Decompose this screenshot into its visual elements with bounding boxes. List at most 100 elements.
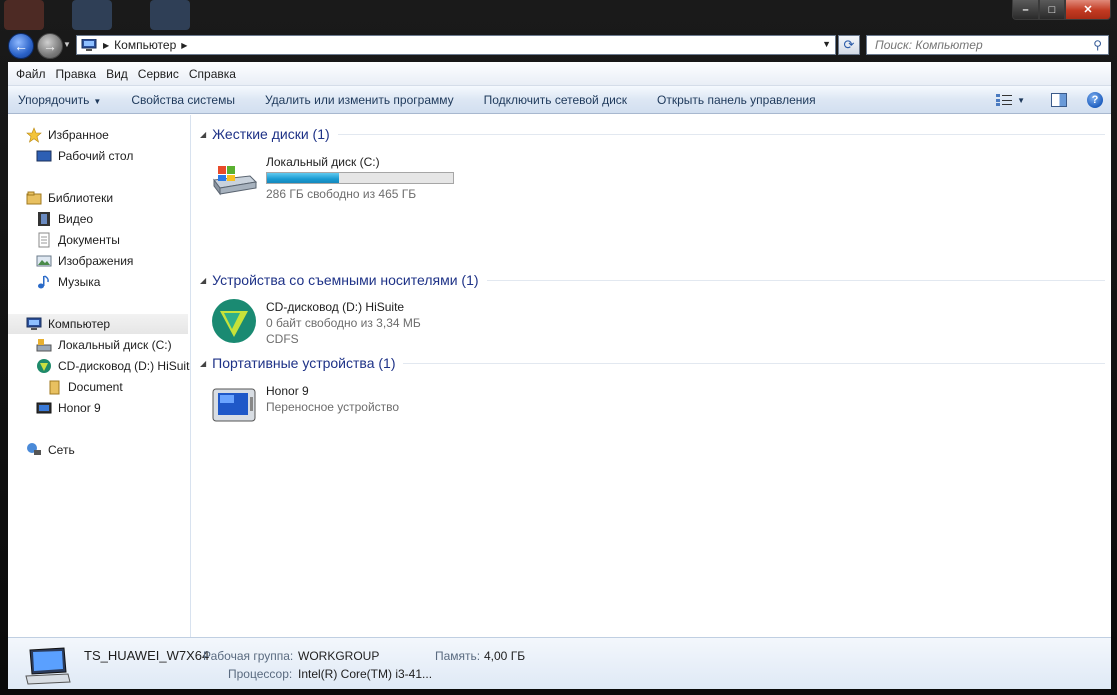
group-removable[interactable]: ◢ Устройства со съемными носителями (1) <box>200 270 1105 290</box>
window-controls: – □ ✕ <box>1012 0 1111 20</box>
workgroup-label: Рабочая группа: <box>203 649 294 663</box>
nav-local-disk[interactable]: Локальный диск (C:) <box>36 335 172 355</box>
group-divider <box>486 279 1105 281</box>
preview-pane-icon[interactable] <box>1051 93 1067 107</box>
open-control-panel-button[interactable]: Открыть панель управления <box>657 93 816 107</box>
cpu-value: Intel(R) Core(TM) i3-41... <box>298 667 433 681</box>
organize-button[interactable]: Упорядочить ▼ <box>18 93 101 107</box>
content-pane: ◢ Жесткие диски (1) Локальный диск (C:) … <box>192 115 1111 637</box>
cd-drive-fs: CDFS <box>266 332 299 346</box>
local-disk-free: 286 ГБ свободно из 465 ГБ <box>266 187 417 201</box>
computer-icon <box>25 647 71 685</box>
disk-usage-bar <box>266 172 454 184</box>
cd-drive-info: CD-дисковод (D:) HiSuite 0 байт свободно… <box>266 297 421 347</box>
explorer-client-area: Файл Правка Вид Сервис Справка Упорядочи… <box>8 62 1111 689</box>
nav-computer-label: Компьютер <box>48 317 111 331</box>
group-portable[interactable]: ◢ Портативные устройства (1) <box>200 353 1105 373</box>
computer-icon <box>26 317 42 330</box>
nav-network[interactable]: Сеть <box>26 440 75 460</box>
change-view-icon[interactable] <box>995 93 1013 107</box>
menu-view[interactable]: Вид <box>102 67 132 81</box>
nav-desktop[interactable]: Рабочий стол <box>36 146 133 166</box>
memory-value: 4,00 ГБ <box>484 649 526 663</box>
breadcrumb-arrow-icon[interactable]: ▶ <box>181 41 187 50</box>
film-icon <box>38 212 50 226</box>
search-icon[interactable]: ⚲ <box>1093 38 1102 52</box>
refresh-icon: ⟳ <box>843 37 855 52</box>
nav-document-label: Document <box>68 380 123 394</box>
search-input[interactable] <box>875 38 1085 52</box>
nav-documents[interactable]: Документы <box>36 230 120 250</box>
map-network-drive-button[interactable]: Подключить сетевой диск <box>484 93 627 107</box>
chevron-down-icon: ▼ <box>93 96 102 106</box>
memory-label: Память: <box>435 649 481 663</box>
minimize-button[interactable]: – <box>1012 0 1039 20</box>
hisuite-icon <box>212 299 256 343</box>
item-honor[interactable]: Honor 9 Переносное устройство <box>210 381 399 429</box>
honor-info: Honor 9 Переносное устройство <box>266 381 399 429</box>
recent-pages-dropdown[interactable]: ▼ <box>63 40 73 52</box>
folder-icon <box>49 380 60 395</box>
item-local-disk[interactable]: Локальный диск (C:) 286 ГБ свободно из 4… <box>210 152 454 202</box>
menu-help[interactable]: Справка <box>185 67 240 81</box>
cd-drive-name: CD-дисковод (D:) HiSuite <box>266 300 405 314</box>
nav-document-folder[interactable]: Document <box>46 377 123 397</box>
local-disk-info: Локальный диск (C:) 286 ГБ свободно из 4… <box>266 152 454 202</box>
nav-libraries[interactable]: Библиотеки <box>26 188 113 208</box>
item-cd-drive[interactable]: CD-дисковод (D:) HiSuite 0 байт свободно… <box>210 297 421 347</box>
hisuite-icon <box>37 359 51 373</box>
taskbar-ghost-icon <box>4 0 44 30</box>
address-bar[interactable]: ▶ Компьютер ▶ ▼ <box>76 35 836 55</box>
search-box[interactable]: ⚲ <box>866 35 1109 55</box>
hard-drive-icon <box>36 339 52 352</box>
nav-video-label: Видео <box>58 212 94 226</box>
cd-drive-free: 0 байт свободно из 3,34 МБ <box>266 316 421 330</box>
system-properties-button[interactable]: Свойства системы <box>131 93 235 107</box>
menu-bar: Файл Правка Вид Сервис Справка <box>8 62 1111 86</box>
group-divider <box>403 362 1105 364</box>
music-note-icon <box>38 275 49 289</box>
uninstall-program-button[interactable]: Удалить или изменить программу <box>265 93 454 107</box>
nav-network-label: Сеть <box>48 443 75 457</box>
nav-cd-drive[interactable]: CD-дисковод (D:) HiSuite <box>36 356 191 376</box>
back-button[interactable]: ← <box>8 33 34 59</box>
nav-images[interactable]: Изображения <box>36 251 133 271</box>
group-hard-disks-title: Жесткие диски (1) <box>212 126 330 142</box>
breadcrumb-computer[interactable]: Компьютер <box>114 38 176 52</box>
nav-favorites-label: Избранное <box>48 128 109 142</box>
disk-usage-fill <box>267 173 339 183</box>
nav-images-label: Изображения <box>58 254 134 268</box>
refresh-button[interactable]: ⟳ <box>838 35 860 55</box>
nav-cd-drive-label: CD-дисковод (D:) HiSuite <box>58 359 191 373</box>
help-icon[interactable]: ? <box>1087 92 1103 108</box>
desktop-icon <box>36 150 52 162</box>
menu-file[interactable]: Файл <box>12 67 50 81</box>
nav-music-label: Музыка <box>58 275 101 289</box>
network-icon <box>27 443 41 455</box>
forward-button[interactable]: → <box>37 33 63 59</box>
nav-video[interactable]: Видео <box>36 209 93 229</box>
local-disk-name: Локальный диск (C:) <box>266 155 380 169</box>
honor-name: Honor 9 <box>266 384 309 398</box>
menu-tools[interactable]: Сервис <box>134 67 183 81</box>
group-removable-title: Устройства со съемными носителями (1) <box>212 272 479 288</box>
nav-computer[interactable]: Компьютер <box>8 314 188 334</box>
taskbar-ghost-icon <box>72 0 112 30</box>
breadcrumb-arrow-icon[interactable]: ▶ <box>103 41 109 50</box>
maximize-button[interactable]: □ <box>1039 0 1065 20</box>
nav-favorites[interactable]: Избранное <box>26 125 109 145</box>
group-hard-disks[interactable]: ◢ Жесткие диски (1) <box>200 124 1105 144</box>
nav-honor[interactable]: Honor 9 <box>36 398 101 418</box>
computer-name: TS_HUAWEI_W7X64 <box>84 648 210 663</box>
close-button[interactable]: ✕ <box>1065 0 1111 20</box>
view-options-dropdown[interactable]: ▼ <box>1017 96 1025 105</box>
arrow-right-icon: → <box>43 38 57 54</box>
nav-music[interactable]: Музыка <box>36 272 100 292</box>
nav-libraries-label: Библиотеки <box>48 191 114 205</box>
computer-icon <box>81 39 97 51</box>
organize-label: Упорядочить <box>18 92 90 107</box>
address-history-dropdown[interactable]: ▼ <box>822 39 831 49</box>
menu-edit[interactable]: Правка <box>52 67 101 81</box>
nav-documents-label: Документы <box>58 233 120 247</box>
group-divider <box>337 133 1105 135</box>
